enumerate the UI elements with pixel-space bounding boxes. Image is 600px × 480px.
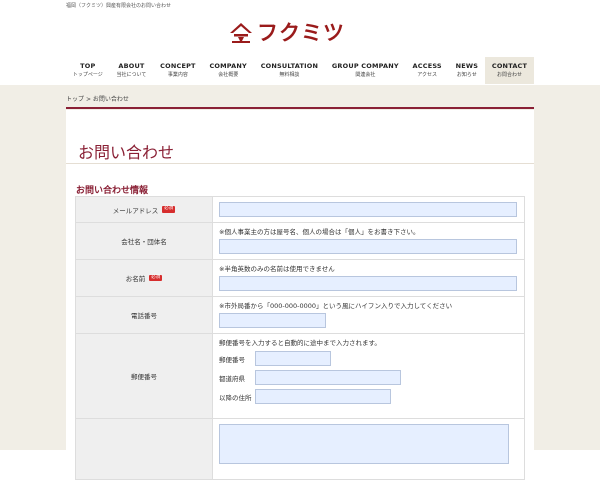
form-row-phone: 電話番号 ※市外局番から「000-000-0000」という風にハイフン入りで入力… <box>75 297 525 334</box>
nav-item-consultation[interactable]: CONSULTATION 無料相談 <box>254 57 325 84</box>
contact-form: メールアドレス 必須 会社名・団体名 ※個人事業主の方は屋号名、個人の場合は「個… <box>75 196 525 480</box>
site-tagline: 福岡（フクミツ）興産有限会社のお問い合わせ <box>66 3 172 9</box>
accent-divider <box>66 107 534 109</box>
nav-item-en: COMPANY <box>209 62 247 70</box>
nav-item-company[interactable]: COMPANY 会社概要 <box>203 57 254 84</box>
nav-item-news[interactable]: NEWS お知らせ <box>449 57 485 84</box>
postal-label: 郵便番号 <box>131 373 157 381</box>
nav-item-contact[interactable]: CONTACT お問合わせ <box>484 57 535 84</box>
nav-item-en: GROUP COMPANY <box>331 62 399 70</box>
nav-item-jp: 事業内容 <box>167 71 188 78</box>
phone-note: ※市外局番から「000-000-0000」という風にハイフン入りで入力してくださ… <box>219 302 453 310</box>
address-label: 以降の住所 <box>219 393 252 402</box>
required-badge: 必須 <box>162 206 176 213</box>
main-nav: TOP トップページ ABOUT 当社について CONCEPT 事業内容 COM… <box>66 57 535 84</box>
nav-item-jp: 関連会社 <box>355 71 376 78</box>
nav-item-concept[interactable]: CONCEPT 事業内容 <box>153 57 202 84</box>
company-label: 会社名・団体名 <box>121 238 167 246</box>
form-row-email: メールアドレス 必須 <box>75 197 525 223</box>
zip-label: 郵便番号 <box>219 355 245 364</box>
prefecture-field[interactable] <box>255 370 401 386</box>
required-badge: 必須 <box>149 274 163 282</box>
form-field-cell <box>213 197 525 222</box>
nav-item-en: CONSULTATION <box>260 62 319 70</box>
name-field[interactable] <box>219 276 517 292</box>
form-label-cell: お名前 必須 <box>75 260 213 296</box>
nav-item-jp: 会社概要 <box>218 71 239 78</box>
logo-text: フクミツ <box>257 20 345 45</box>
nav-item-jp: 無料相談 <box>279 71 300 78</box>
zip-row: 郵便番号 <box>219 351 518 367</box>
title-divider <box>66 163 534 164</box>
name-label: お名前 <box>125 275 146 283</box>
address-field[interactable] <box>255 389 391 405</box>
zip-field[interactable] <box>255 351 331 367</box>
phone-field[interactable] <box>219 313 326 329</box>
nav-item-jp: お問合わせ <box>497 71 523 78</box>
form-row-company: 会社名・団体名 ※個人事業主の方は屋号名、個人の場合は「個人」をお書き下さい。 <box>75 223 525 260</box>
form-label-cell: メールアドレス 必須 <box>75 197 213 222</box>
email-field[interactable] <box>219 202 517 217</box>
form-label-cell: 電話番号 <box>75 297 213 333</box>
form-field-cell: ※市外局番から「000-000-0000」という風にハイフン入りで入力してくださ… <box>213 297 525 333</box>
postal-note: 郵便番号を入力すると自動的に途中まで入力されます。 <box>219 339 381 347</box>
company-field[interactable] <box>219 239 517 255</box>
name-note: ※半角英数のみの名前は使用できません <box>219 265 335 273</box>
nav-item-en: ACCESS <box>412 62 442 70</box>
nav-item-jp: アクセス <box>417 71 438 78</box>
breadcrumb-home-link[interactable]: トップ <box>66 96 84 103</box>
form-field-cell <box>213 419 525 479</box>
form-label-cell: 会社名・団体名 <box>75 223 213 259</box>
section-title: お問い合わせ情報 <box>76 186 149 197</box>
message-textarea[interactable] <box>219 424 509 464</box>
page-title: お問い合わせ <box>78 142 175 162</box>
nav-item-group-company[interactable]: GROUP COMPANY 関連会社 <box>325 57 406 84</box>
email-label: メールアドレス <box>112 206 159 215</box>
form-row-postal: 郵便番号 郵便番号を入力すると自動的に途中まで入力されます。 郵便番号 都道府県… <box>75 334 525 419</box>
prefecture-row: 都道府県 <box>219 370 518 386</box>
form-field-cell: ※個人事業主の方は屋号名、個人の場合は「個人」をお書き下さい。 <box>213 223 525 259</box>
nav-item-jp: トップページ <box>72 71 103 78</box>
logo-house-icon <box>230 23 252 43</box>
address-row: 以降の住所 <box>219 389 518 405</box>
prefecture-label: 都道府県 <box>219 374 245 383</box>
site-logo[interactable]: フクミツ <box>229 21 345 45</box>
phone-label: 電話番号 <box>131 312 157 320</box>
nav-item-en: TOP <box>80 62 96 70</box>
nav-item-en: NEWS <box>455 62 479 70</box>
nav-item-access[interactable]: ACCESS アクセス <box>406 57 449 84</box>
nav-item-en: CONCEPT <box>160 62 196 70</box>
form-label-cell <box>75 419 213 479</box>
form-field-cell: ※半角英数のみの名前は使用できません <box>213 260 525 296</box>
breadcrumb: トップ > お問い合わせ <box>66 94 129 103</box>
nav-item-en: ABOUT <box>118 62 145 70</box>
nav-item-jp: お知らせ <box>456 71 477 78</box>
breadcrumb-current: お問い合わせ <box>92 96 129 103</box>
nav-item-jp: 当社について <box>116 71 147 78</box>
nav-item-about[interactable]: ABOUT 当社について <box>110 57 154 84</box>
nav-item-top[interactable]: TOP トップページ <box>66 57 110 84</box>
breadcrumb-separator: > <box>85 96 91 103</box>
company-note: ※個人事業主の方は屋号名、個人の場合は「個人」をお書き下さい。 <box>219 228 420 236</box>
form-field-cell: 郵便番号を入力すると自動的に途中まで入力されます。 郵便番号 都道府県 以降の住… <box>213 334 525 418</box>
form-row-name: お名前 必須 ※半角英数のみの名前は使用できません <box>75 260 525 297</box>
nav-item-en: CONTACT <box>491 62 528 70</box>
form-label-cell: 郵便番号 <box>75 334 213 418</box>
main-panel: お問い合わせ お問い合わせ情報 メールアドレス 必須 会社名・団体名 ※個人事業… <box>66 110 534 480</box>
